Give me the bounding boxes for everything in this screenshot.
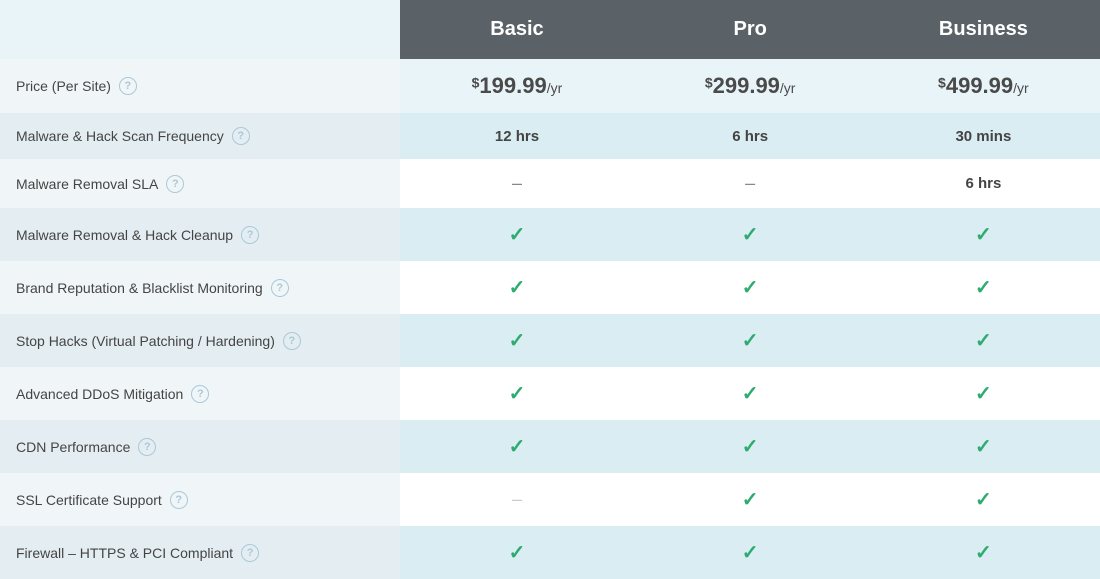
sla-value: 6 hrs [965,175,1001,192]
plan-cell-6-1: ✓ [634,367,867,420]
plan-cell-4-0: ✓ [400,261,633,314]
info-icon[interactable]: ? [119,77,137,95]
plan-cell-7-2: ✓ [867,420,1100,473]
info-icon[interactable]: ? [241,544,259,562]
checkmark-icon: ✓ [975,383,992,405]
plan-cell-8-1: ✓ [634,473,867,526]
feature-cell-7: CDN Performance ? [0,420,400,473]
plan-cell-2-1: – [634,159,867,208]
checkmark-icon: ✓ [975,542,992,564]
scan-value: 12 hrs [495,128,539,145]
plan-cell-1-1: 6 hrs [634,113,867,159]
feature-label: Firewall – HTTPS & PCI Compliant [16,545,233,561]
feature-label: Brand Reputation & Blacklist Monitoring [16,280,263,296]
feature-label: Stop Hacks (Virtual Patching / Hardening… [16,333,275,349]
plan-cell-4-2: ✓ [867,261,1100,314]
plan-cell-4-1: ✓ [634,261,867,314]
info-icon[interactable]: ? [271,279,289,297]
price-display: $499.99/yr [938,80,1029,96]
dash-indicator: – [745,173,755,193]
plan-cell-0-2: $499.99/yr [867,59,1100,113]
dash-indicator: – [512,173,522,193]
plan-cell-2-0: – [400,159,633,208]
info-icon[interactable]: ? [241,226,259,244]
checkmark-icon: ✓ [742,383,759,405]
plan-cell-1-0: 12 hrs [400,113,633,159]
checkmark-icon: ✓ [742,277,759,299]
plan-cell-9-2: ✓ [867,526,1100,579]
checkmark-icon: ✓ [742,224,759,246]
plan-cell-9-1: ✓ [634,526,867,579]
plan-cell-5-0: ✓ [400,314,633,367]
plan-cell-0-1: $299.99/yr [634,59,867,113]
feature-label: Price (Per Site) [16,78,111,94]
plan-cell-3-1: ✓ [634,208,867,261]
dash-indicator: – [512,489,522,509]
plan-cell-8-0: – [400,473,633,526]
plan-cell-3-0: ✓ [400,208,633,261]
feature-label: Malware Removal & Hack Cleanup [16,227,233,243]
feature-cell-5: Stop Hacks (Virtual Patching / Hardening… [0,314,400,367]
info-icon[interactable]: ? [283,332,301,350]
checkmark-icon: ✓ [975,436,992,458]
price-display: $199.99/yr [472,80,563,96]
plan-cell-7-0: ✓ [400,420,633,473]
checkmark-icon: ✓ [975,330,992,352]
feature-cell-9: Firewall – HTTPS & PCI Compliant ? [0,526,400,579]
checkmark-icon: ✓ [509,224,526,246]
checkmark-icon: ✓ [742,542,759,564]
checkmark-icon: ✓ [975,277,992,299]
plan-cell-8-2: ✓ [867,473,1100,526]
feature-cell-1: Malware & Hack Scan Frequency ? [0,113,400,159]
info-icon[interactable]: ? [170,491,188,509]
feature-cell-8: SSL Certificate Support ? [0,473,400,526]
plan-cell-5-2: ✓ [867,314,1100,367]
checkmark-icon: ✓ [509,542,526,564]
feature-cell-3: Malware Removal & Hack Cleanup ? [0,208,400,261]
pricing-table-wrapper: Basic Pro Business Price (Per Site) ? $1… [0,0,1100,579]
info-icon[interactable]: ? [191,385,209,403]
scan-value: 6 hrs [732,128,768,145]
info-icon[interactable]: ? [232,127,250,145]
feature-cell-2: Malware Removal SLA ? [0,159,400,208]
plan-cell-7-1: ✓ [634,420,867,473]
plan-cell-2-2: 6 hrs [867,159,1100,208]
feature-label: Malware & Hack Scan Frequency [16,128,224,144]
checkmark-icon: ✓ [509,277,526,299]
empty-header [0,0,400,59]
plan-cell-6-0: ✓ [400,367,633,420]
plan-cell-3-2: ✓ [867,208,1100,261]
feature-label: CDN Performance [16,439,130,455]
feature-cell-4: Brand Reputation & Blacklist Monitoring … [0,261,400,314]
feature-cell-6: Advanced DDoS Mitigation ? [0,367,400,420]
plan-cell-9-0: ✓ [400,526,633,579]
feature-label: Malware Removal SLA [16,176,158,192]
checkmark-icon: ✓ [742,436,759,458]
plan-header-pro: Pro [634,0,867,59]
feature-label: SSL Certificate Support [16,492,162,508]
plan-header-business: Business [867,0,1100,59]
plan-cell-1-2: 30 mins [867,113,1100,159]
pricing-table: Basic Pro Business Price (Per Site) ? $1… [0,0,1100,579]
plan-cell-5-1: ✓ [634,314,867,367]
scan-value: 30 mins [955,128,1011,145]
checkmark-icon: ✓ [509,330,526,352]
checkmark-icon: ✓ [975,489,992,511]
info-icon[interactable]: ? [138,438,156,456]
plan-cell-6-2: ✓ [867,367,1100,420]
checkmark-icon: ✓ [742,330,759,352]
price-display: $299.99/yr [705,80,796,96]
checkmark-icon: ✓ [509,436,526,458]
feature-label: Advanced DDoS Mitigation [16,386,183,402]
plan-header-basic: Basic [400,0,633,59]
plan-cell-0-0: $199.99/yr [400,59,633,113]
checkmark-icon: ✓ [742,489,759,511]
checkmark-icon: ✓ [975,224,992,246]
feature-cell-0: Price (Per Site) ? [0,59,400,113]
checkmark-icon: ✓ [509,383,526,405]
info-icon[interactable]: ? [166,175,184,193]
